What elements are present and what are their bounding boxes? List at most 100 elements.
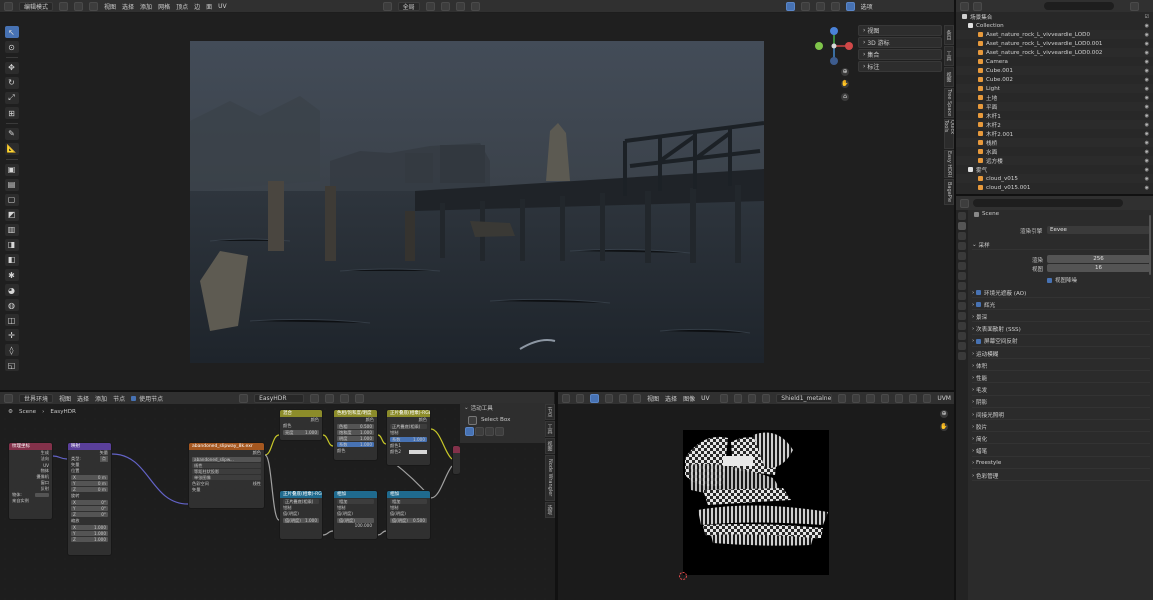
pin-icon[interactable] — [894, 393, 903, 403]
eye-icon[interactable]: ◉ — [1145, 167, 1149, 173]
data-tab-icon[interactable] — [958, 332, 966, 340]
edge-select-icon[interactable] — [74, 1, 84, 11]
gizmo-toggle-icon[interactable] — [785, 1, 795, 11]
menu-mesh[interactable]: 网格 — [158, 2, 170, 11]
new-image-icon[interactable] — [852, 393, 861, 403]
uvmap-label[interactable]: UVM — [937, 395, 951, 402]
world-datablock-select[interactable]: EasyHDR — [254, 393, 305, 403]
measure-tool-icon[interactable]: 📐 — [4, 142, 19, 155]
tab-node-wrangler[interactable]: Node Wrangler — [545, 455, 555, 501]
add-cube-tool-icon[interactable]: ▣ — [4, 163, 19, 176]
color-swatch[interactable] — [409, 450, 427, 454]
select-intersect-icon[interactable] — [495, 427, 504, 436]
annotate-tool-icon[interactable]: ✎ — [4, 127, 19, 140]
section-13[interactable]: › 蜡笔 — [972, 447, 1150, 457]
eye-icon[interactable]: ◉ — [1145, 113, 1149, 119]
image-menu-image[interactable]: 图像 — [683, 394, 695, 403]
node-editor-type-icon[interactable] — [4, 393, 13, 403]
section-6[interactable]: › 体积 — [972, 361, 1150, 372]
particles-tab-icon[interactable] — [958, 302, 966, 310]
face-select-icon[interactable] — [89, 1, 99, 11]
operation-select[interactable]: 相加 — [337, 499, 374, 504]
image-menu-view[interactable]: 视图 — [647, 394, 659, 403]
edge-slide-tool-icon[interactable]: ◍ — [4, 299, 19, 312]
operation-select[interactable]: 相加 — [390, 499, 427, 504]
navigation-gizmo[interactable] — [812, 26, 856, 66]
inset-tool-icon[interactable]: ▢ — [4, 193, 19, 206]
constraints-tab-icon[interactable] — [958, 322, 966, 330]
mode-select[interactable]: 编辑模式 — [19, 1, 54, 11]
eye-icon[interactable]: ◉ — [1145, 59, 1149, 65]
eye-icon[interactable]: ◉ — [1145, 158, 1149, 164]
tab-item[interactable]: 条目 — [944, 25, 954, 45]
checkbox-icon[interactable]: ☑ — [1145, 14, 1149, 20]
editor-type-icon[interactable] — [4, 1, 13, 11]
area-divider[interactable] — [0, 390, 955, 392]
outliner-row[interactable]: Camera ◉ — [956, 57, 1153, 66]
snap-target-icon[interactable] — [455, 1, 465, 11]
section-sampling[interactable]: ⌄ 采样 — [972, 240, 1150, 250]
mapping-value-field[interactable]: Z 0 m — [71, 487, 108, 492]
eye-icon[interactable]: ◉ — [1145, 140, 1149, 146]
eye-icon[interactable]: ◉ — [1145, 23, 1149, 29]
node-math-multiply[interactable]: 正片叠底(相乘)-RGB 正片叠底(相乘) 钳制 值(明度) 值(明度) 1.00… — [279, 490, 323, 540]
knife-tool-icon[interactable]: ◨ — [4, 238, 19, 251]
filter-icon[interactable] — [1130, 1, 1139, 11]
checkbox-checked-icon[interactable] — [976, 290, 982, 295]
section-8[interactable]: › 毛发 — [972, 386, 1150, 396]
cursor-tool-icon[interactable]: ⊙ — [4, 41, 19, 54]
tab-bagapie[interactable]: BagaPie — [944, 179, 954, 205]
mapping-value-field[interactable]: Y 0 m — [71, 481, 108, 486]
eye-icon[interactable]: ◉ — [1145, 50, 1149, 56]
eye-icon[interactable]: ◉ — [1145, 104, 1149, 110]
spin-tool-icon[interactable]: ✱ — [4, 269, 19, 282]
outliner-row[interactable]: 木杆1 ◉ — [956, 111, 1153, 120]
outliner-row[interactable]: Collection ◉ — [956, 21, 1153, 30]
section-14[interactable]: › Freestyle — [972, 459, 1150, 469]
menu-edge[interactable]: 边 — [194, 2, 200, 11]
section-1[interactable]: › 辉光 — [972, 300, 1150, 311]
render-tab-icon[interactable] — [958, 222, 966, 230]
tab-view[interactable]: 视图 — [545, 438, 555, 454]
mapping-value-field[interactable]: Z 0° — [71, 512, 108, 517]
tab-quick-tools[interactable]: Quick Tools — [943, 119, 955, 149]
eye-icon[interactable]: ◉ — [1145, 32, 1149, 38]
use-nodes-checkbox[interactable]: 使用节点 — [131, 394, 163, 403]
eye-icon[interactable]: ◉ — [1145, 77, 1149, 83]
section-12[interactable]: › 简化 — [972, 434, 1150, 445]
colorspace-value[interactable]: 线性 — [253, 481, 261, 487]
eye-icon[interactable]: ◉ — [1145, 95, 1149, 101]
blend-type-select[interactable]: 正片叠底(相乘) — [390, 424, 427, 429]
active-tool-header[interactable]: ⌄ 活动工具 — [460, 403, 545, 413]
poly-build-tool-icon[interactable]: ◧ — [4, 253, 19, 266]
checkbox-checked-icon[interactable] — [976, 338, 982, 344]
node-hue-saturation[interactable]: 色相/饱和度/明度 颜色 色相 0.500 饱和度 1.000 明度 1.000 系数 1.0… — [333, 409, 378, 461]
uv-pan-hand-icon[interactable]: ✋ — [940, 423, 948, 431]
node-menu-view[interactable]: 视图 — [59, 394, 71, 403]
transform-orientation-select[interactable]: 全局 — [397, 1, 420, 11]
eye-icon[interactable]: ◉ — [1145, 122, 1149, 128]
outliner-row[interactable]: Aset_nature_rock_L_vivveardie_LOD0.002 ◉ — [956, 48, 1153, 57]
pivot-icon[interactable] — [719, 393, 728, 403]
tab-tool[interactable]: 工具 — [944, 46, 954, 66]
image-menu-select[interactable]: 选择 — [665, 394, 677, 403]
type-select[interactable]: 点 — [99, 456, 108, 462]
eye-icon[interactable]: ◉ — [1145, 131, 1149, 137]
loop-cut-tool-icon[interactable]: ▥ — [4, 223, 19, 236]
uv-face-select-icon[interactable] — [618, 393, 627, 403]
uv-2d-cursor-icon[interactable] — [678, 571, 688, 581]
outliner-row[interactable]: 木杆2 ◉ — [956, 120, 1153, 129]
shading-rendered-icon[interactable] — [845, 1, 855, 11]
hsv-field[interactable]: 系数 1.000 — [337, 442, 374, 447]
mapping-value-field[interactable]: Y 0° — [71, 506, 108, 511]
xray-icon[interactable] — [815, 1, 825, 11]
value-field[interactable]: 值(明度) 100.000 — [337, 518, 374, 528]
outliner-row[interactable]: 水面 ◉ — [956, 147, 1153, 156]
mapping-value-field[interactable]: Z 1.000 — [71, 537, 108, 542]
outliner-row[interactable]: Cube.001 ◉ — [956, 66, 1153, 75]
properties-editor-icon[interactable] — [960, 198, 969, 208]
snap-icon[interactable] — [733, 393, 742, 403]
section-10[interactable]: › 间接光照明 — [972, 410, 1150, 420]
eye-icon[interactable]: ◉ — [1145, 176, 1149, 182]
node-menu-node[interactable]: 节点 — [113, 394, 125, 403]
